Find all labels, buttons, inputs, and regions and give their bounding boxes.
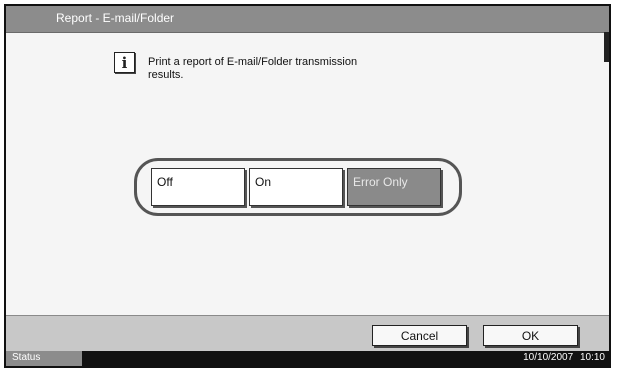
option-off-button[interactable]: Off: [151, 168, 245, 206]
info-message: Print a report of E-mail/Folder transmis…: [148, 56, 358, 81]
option-on-button[interactable]: On: [249, 168, 343, 206]
status-button[interactable]: Status: [6, 351, 82, 366]
option-error-only-button[interactable]: Error Only: [347, 168, 441, 206]
cancel-label: Cancel: [400, 329, 439, 343]
title-bar: Report - E-mail/Folder: [6, 6, 609, 33]
scroll-indicator: [604, 32, 609, 62]
ok-button[interactable]: OK: [483, 325, 578, 346]
ok-label: OK: [521, 329, 540, 343]
window-title: Report - E-mail/Folder: [56, 11, 175, 25]
option-off-label: Off: [157, 175, 173, 189]
datetime-display: 10/10/2007 10:10: [523, 352, 605, 363]
status-date: 10/10/2007: [523, 352, 574, 363]
status-label: Status: [12, 352, 41, 363]
status-bar: Status 10/10/2007 10:10: [6, 351, 609, 366]
dialog-window: Report - E-mail/Folder i Print a report …: [4, 4, 611, 368]
cancel-button[interactable]: Cancel: [372, 325, 467, 346]
option-error-only-label: Error Only: [353, 175, 408, 189]
status-time: 10:10: [579, 352, 605, 363]
option-on-label: On: [255, 175, 272, 189]
info-icon: i: [114, 52, 135, 73]
